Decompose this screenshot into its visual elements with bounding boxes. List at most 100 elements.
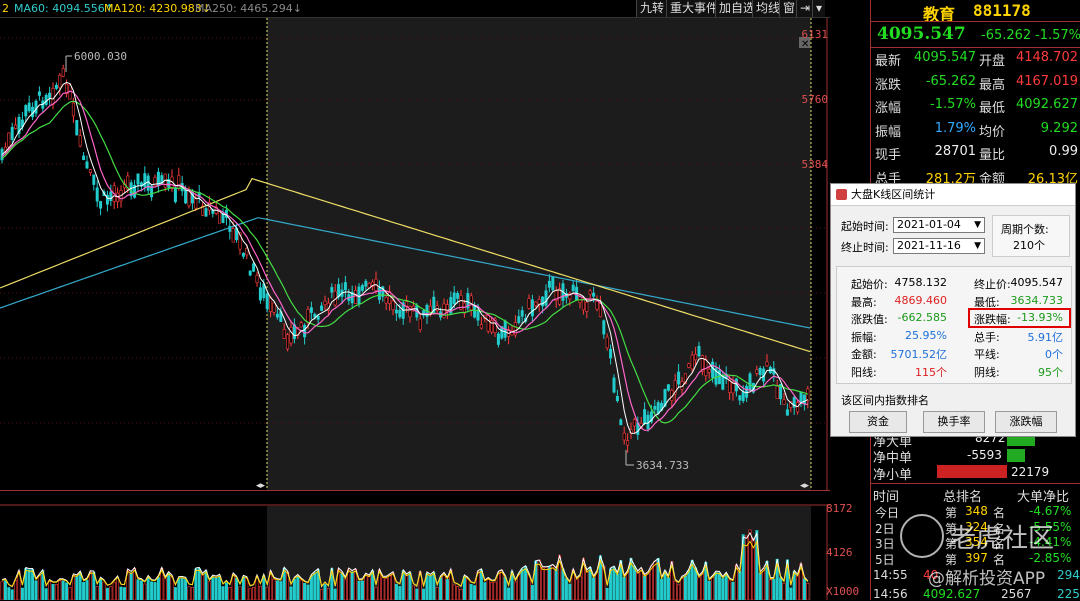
end-time-dropdown[interactable]: 2021-11-16 ▼ <box>893 238 985 254</box>
volume-bar <box>313 572 317 600</box>
volume-bar <box>666 577 670 600</box>
volume-bar <box>68 587 72 600</box>
net-mid-bar <box>1007 449 1025 462</box>
volume-bar <box>343 578 347 600</box>
candle <box>697 346 701 357</box>
volume-bar <box>578 575 582 600</box>
candle <box>218 210 222 224</box>
candle <box>173 187 177 203</box>
candle <box>71 102 75 117</box>
volume-bar <box>360 580 364 600</box>
volume-bar <box>496 572 500 600</box>
volume-bar <box>289 586 293 600</box>
rank-number: 348 <box>965 504 988 518</box>
candle <box>748 373 752 390</box>
rank-by-fund-button[interactable]: 资金 <box>849 411 907 433</box>
candle <box>265 293 269 310</box>
volume-bar <box>575 579 579 600</box>
ma-legend-bar: 2 MA60: 4094.556↑ MA120: 4230.983↓ MA250… <box>0 0 830 18</box>
candle <box>51 88 55 105</box>
candle <box>272 302 276 313</box>
volume-bar <box>58 580 62 600</box>
volume-bar <box>105 587 109 600</box>
candle <box>643 409 647 424</box>
volume-bar <box>626 571 630 600</box>
volume-bar <box>367 576 371 600</box>
volume-bar <box>180 578 184 600</box>
volume-bar <box>258 585 262 600</box>
candle <box>88 169 92 174</box>
candle <box>286 334 290 350</box>
volume-bar <box>197 567 201 600</box>
stat-value: -662.585 <box>897 311 947 324</box>
volume-bar <box>119 586 123 600</box>
stat-value: 5701.52亿 <box>890 348 948 361</box>
jiuzhuan-button[interactable]: 九转 <box>636 0 668 17</box>
volume-bar <box>333 588 337 600</box>
volume-bar <box>517 573 521 600</box>
start-time-label: 起始时间: <box>841 220 889 233</box>
volume-bar <box>714 571 718 600</box>
volume-bar <box>14 580 18 600</box>
volume-bar <box>218 575 222 600</box>
menu-dropdown-button[interactable]: ▾ <box>812 0 826 17</box>
volume-bar <box>646 572 650 600</box>
start-time-value: 2021-01-04 <box>897 218 961 231</box>
candle <box>530 299 534 317</box>
volume-bar <box>653 560 657 600</box>
volume-bar <box>255 576 259 600</box>
rank-section-label: 该区间内指数排名 <box>841 394 929 407</box>
candle <box>626 440 630 446</box>
stat-value: 4869.460 <box>894 293 948 307</box>
volume-bar <box>150 581 154 600</box>
major-events-button[interactable]: 重大事件 <box>666 0 722 17</box>
candle <box>782 399 786 405</box>
range-stats-dialog[interactable]: 大盘K线区间统计 起始时间: 2021-01-04 ▼ 终止时间: 2021-1… <box>830 183 1076 437</box>
candle <box>394 309 398 314</box>
candle <box>269 297 273 312</box>
volume-chart[interactable] <box>0 500 830 600</box>
candle <box>136 173 140 185</box>
stat-value: 4758.132 <box>894 276 948 289</box>
volume-bar <box>541 567 545 600</box>
rank-by-turnover-button[interactable]: 换手率 <box>923 411 985 433</box>
volume-bar <box>697 576 701 600</box>
rank-by-change-button[interactable]: 涨跌幅 <box>995 411 1057 433</box>
price-pct: -1.57% <box>1035 28 1080 43</box>
volume-bar <box>272 578 276 600</box>
candle <box>24 105 28 117</box>
dialog-title[interactable]: 大盘K线区间统计 <box>831 184 1075 206</box>
volume-bar <box>44 588 48 600</box>
ranking-divider <box>871 483 1080 484</box>
volume-bar <box>469 584 473 600</box>
volume-bar <box>456 586 460 600</box>
volume-bar <box>442 573 446 600</box>
stat-label: 总手: <box>974 330 1000 344</box>
candle <box>275 313 279 318</box>
kline-chart[interactable]: 6000.030 3634.733 ✕ ◂▸ ◂▸ <box>0 18 830 490</box>
volume-bar <box>473 585 477 600</box>
tick-extra: 225 <box>1057 587 1080 601</box>
volume-bar <box>262 575 266 600</box>
volume-bar <box>700 572 704 600</box>
volume-bar <box>731 581 735 600</box>
volume-bar <box>782 582 786 600</box>
volume-bar <box>452 584 456 600</box>
start-time-dropdown[interactable]: 2021-01-04 ▼ <box>893 217 985 233</box>
candle <box>571 284 575 292</box>
volume-bar <box>615 573 619 600</box>
candle <box>758 367 762 376</box>
candle <box>143 173 147 188</box>
volume-bar <box>190 587 194 600</box>
volume-bar <box>564 578 568 600</box>
quote-value: 4148.702 <box>1015 50 1078 65</box>
volume-bar <box>320 589 324 600</box>
range-start-handle-icon[interactable]: ◂▸ <box>256 481 266 490</box>
pin-icon[interactable]: ⇥ <box>796 0 814 17</box>
volume-bar <box>435 587 439 600</box>
candle <box>619 419 623 426</box>
high-annotation: 6000.030 <box>74 50 127 63</box>
volume-bar <box>170 576 174 600</box>
volume-bar <box>503 576 507 600</box>
tick-time: 14:55 <box>873 568 908 582</box>
